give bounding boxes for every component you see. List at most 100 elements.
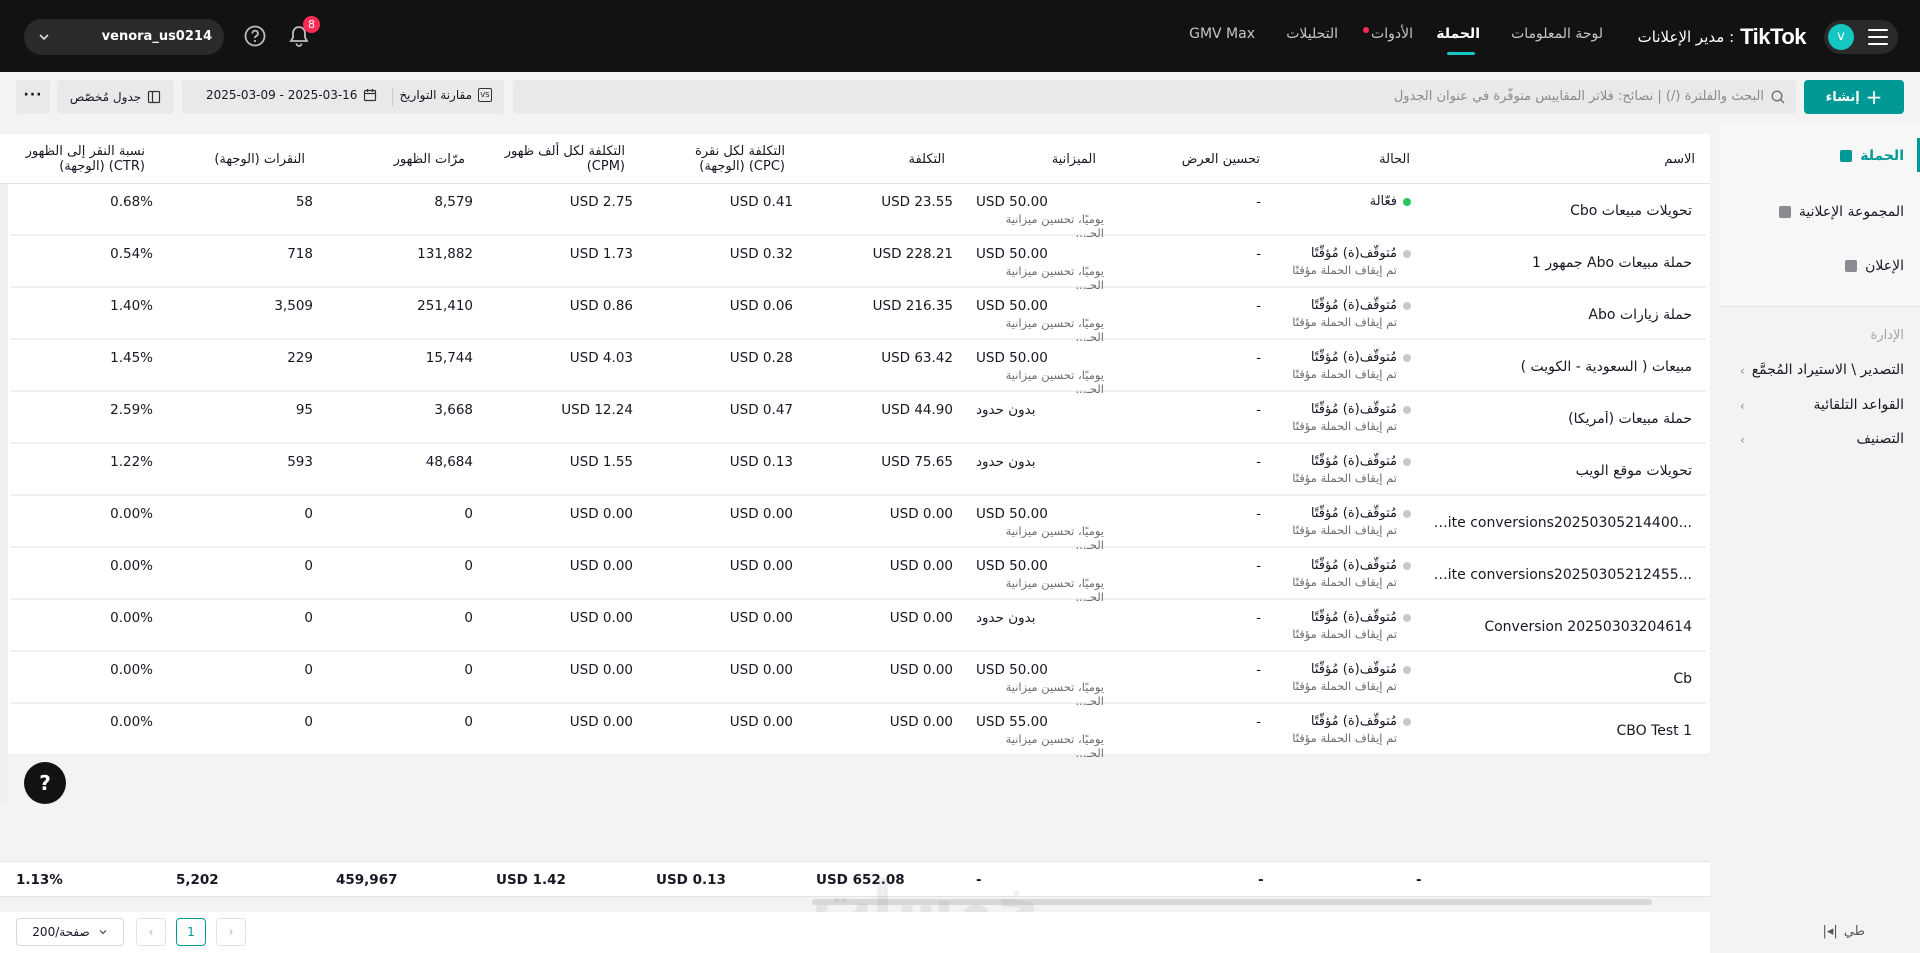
budget-value: بدون حدود — [976, 610, 1036, 626]
cpc-value: USD 0.00 — [729, 506, 793, 522]
table-row[interactable]: CBO Test 1 مُتوقّف(ة) مُؤقّتًا تم إيقاف … — [10, 706, 1706, 760]
nav-active-underline — [1447, 52, 1475, 55]
col-header-budget[interactable]: الميزانية — [976, 134, 1096, 184]
campaign-name[interactable]: ...bsite conversions20250305214400 — [1432, 515, 1692, 531]
budget-value: USD 50.00 — [976, 298, 1048, 314]
col-header-cpc[interactable]: التكلفة لكل نقرة (CPC) (الوجهة) — [655, 134, 785, 184]
bid-optimization-value: - — [1256, 558, 1261, 574]
vertical-scrollbar[interactable] — [0, 184, 8, 804]
table-row[interactable]: Conversion 20250303204614 مُتوقّف(ة) مُؤ… — [10, 602, 1706, 652]
sidebar-automated-rules[interactable]: القواعد التلقائية — [1813, 397, 1904, 413]
date-controls: مقارنة التواريخ VS 2025-03-09 - 2025-03-… — [182, 80, 504, 114]
budget-value: بدون حدود — [976, 454, 1036, 470]
date-range-picker[interactable]: 2025-03-09 - 2025-03-16 — [206, 88, 377, 102]
budget-value: USD 50.00 — [976, 558, 1048, 574]
date-range-value: 2025-03-09 - 2025-03-16 — [206, 88, 358, 102]
table-row[interactable]: مبيعات ( السعودية - الكويت ) مُتوقّف(ة) … — [10, 342, 1706, 396]
sidebar-item-ad[interactable]: الإعلان — [1845, 258, 1904, 274]
nav-tools[interactable]: الأدوات — [1371, 26, 1413, 42]
account-selector[interactable]: venora_us0214 — [24, 19, 224, 55]
col-header-ctr[interactable]: نسبة النقر إلى الظهور (CTR) (الوجهة) — [15, 134, 145, 184]
table-row[interactable]: ...bsite conversions20250305214400 مُتوق… — [10, 498, 1706, 552]
status-label: مُتوقّف(ة) مُؤقّتًا — [1310, 246, 1397, 261]
status-cell: مُتوقّف(ة) مُؤقّتًا تم إيقاف الحملة مؤقت… — [1292, 454, 1411, 485]
collapse-sidebar-button[interactable]: |◂| طي — [1823, 924, 1865, 939]
chevron-down-icon — [39, 34, 49, 41]
search-filter-bar[interactable]: البحث والفلترة (/) | نصائح: فلاتر المقاي… — [513, 80, 1796, 114]
cpm-value: USD 0.86 — [569, 298, 633, 314]
sidebar-item-campaign[interactable]: الحملة — [1840, 148, 1904, 164]
hamburger-menu-icon[interactable] — [1868, 29, 1888, 45]
status-detail: تم إيقاف الحملة مؤقتًا — [1292, 523, 1397, 537]
total-cpc: USD 0.13 — [656, 872, 726, 888]
divider — [392, 88, 393, 106]
table-row[interactable]: تحويلات مبيعات Cbo فعّالة - USD 50.00 يو… — [10, 186, 1706, 240]
cpm-value: USD 0.00 — [569, 662, 633, 678]
table-row[interactable]: ...bsite conversions20250305212455 مُتوق… — [10, 550, 1706, 604]
cost-value: USD 0.00 — [889, 662, 953, 678]
cpc-value: USD 0.00 — [729, 610, 793, 626]
campaign-name[interactable]: حملة زيارات Abo — [1588, 307, 1692, 323]
campaign-name[interactable]: تحويلات مبيعات Cbo — [1570, 203, 1692, 219]
col-header-name[interactable]: الاسم — [1545, 134, 1695, 184]
clicks-value: 0 — [304, 662, 313, 678]
page-number-button[interactable]: 1 — [176, 918, 206, 946]
budget-value: USD 50.00 — [976, 506, 1048, 522]
campaign-name[interactable]: حملة مبيعات (أمريكا) — [1568, 411, 1692, 427]
campaign-name[interactable]: Cb — [1673, 671, 1692, 687]
campaign-name[interactable]: CBO Test 1 — [1616, 723, 1692, 739]
more-options-button[interactable]: ··· — [16, 80, 50, 114]
col-header-status[interactable]: الحالة — [1330, 134, 1410, 184]
tiktok-ads-manager-logo[interactable]: TikTok مدير الإعلانات : — [1638, 24, 1807, 50]
campaign-name[interactable]: تحويلات موقع الويب — [1576, 463, 1692, 479]
sidebar-item-adgroup[interactable]: المجموعة الإعلانية — [1778, 204, 1904, 220]
ctr-value: 0.00% — [110, 506, 153, 522]
table-row[interactable]: حملة مبيعات (أمريكا) مُتوقّف(ة) مُؤقّتًا… — [10, 394, 1706, 444]
management-section-title: الإدارة — [1870, 328, 1904, 343]
table-row[interactable]: Cb مُتوقّف(ة) مُؤقّتًا تم إيقاف الحملة م… — [10, 654, 1706, 708]
campaign-name[interactable]: ...bsite conversions20250305212455 — [1432, 567, 1692, 583]
clicks-value: 0 — [304, 506, 313, 522]
cpm-value: USD 4.03 — [569, 350, 633, 366]
custom-columns-button[interactable]: جدول مُخصّص — [57, 80, 174, 114]
budget-detail: يوميًا، تحسين ميزانية الحـ... — [1005, 264, 1104, 292]
create-button[interactable]: إنشاء + — [1804, 80, 1904, 114]
page-size-select[interactable]: 200/صفحة — [16, 918, 124, 946]
table-row[interactable]: تحويلات موقع الويب مُتوقّف(ة) مُؤقّتًا ت… — [10, 446, 1706, 496]
sidebar-bulk-export-import[interactable]: التصدير \ الاستيراد المُجمَّع — [1752, 362, 1904, 378]
sidebar-labels[interactable]: التصنيف — [1857, 431, 1904, 447]
nav-gmv-max[interactable]: GMV Max — [1189, 26, 1255, 42]
campaign-name[interactable]: Conversion 20250303204614 — [1484, 619, 1692, 635]
compare-dates-button[interactable]: مقارنة التواريخ VS — [399, 88, 492, 102]
impressions-value: 251,410 — [417, 298, 473, 314]
campaign-name[interactable]: حملة مبيعات Abo جمهور 1 — [1532, 255, 1692, 271]
cost-value: USD 0.00 — [889, 714, 953, 730]
col-header-impressions[interactable]: مرّات الظهور — [335, 134, 465, 184]
table-row[interactable]: حملة مبيعات Abo جمهور 1 مُتوقّف(ة) مُؤقّ… — [10, 238, 1706, 292]
budget-cell: USD 50.00 يوميًا، تحسين ميزانية الحـ... — [976, 194, 1104, 240]
budget-cell: USD 50.00 يوميًا، تحسين ميزانية الحـ... — [976, 246, 1104, 292]
prev-page-button[interactable]: ‹ — [136, 918, 166, 946]
help-chat-button[interactable]: ? — [24, 762, 66, 804]
col-header-bid-optimization[interactable]: تحسين العرض — [1120, 134, 1260, 184]
page-size-value: 200/صفحة — [32, 925, 90, 939]
status-dot-icon — [1403, 405, 1411, 414]
total-cpm: USD 1.42 — [496, 872, 566, 888]
account-menu-button[interactable]: v — [1824, 20, 1898, 54]
create-label: إنشاء — [1825, 89, 1860, 105]
search-input[interactable]: البحث والفلترة (/) | نصائح: فلاتر المقاي… — [1394, 89, 1764, 104]
table-row[interactable]: حملة زيارات Abo مُتوقّف(ة) مُؤقّتًا تم إ… — [10, 290, 1706, 344]
campaign-name[interactable]: مبيعات ( السعودية - الكويت ) — [1521, 359, 1692, 375]
col-header-cpm[interactable]: التكلفة لكل ألف ظهور (CPM) — [495, 134, 625, 184]
ctr-value: 2.59% — [110, 402, 153, 418]
next-page-button[interactable]: › — [216, 918, 246, 946]
nav-dashboard[interactable]: لوحة المعلومات — [1511, 26, 1603, 42]
nav-campaign[interactable]: الحملة — [1436, 26, 1480, 42]
budget-cell: USD 50.00 يوميًا، تحسين ميزانية الحـ... — [976, 662, 1104, 708]
col-header-cost[interactable]: التكلفة — [815, 134, 945, 184]
help-icon[interactable] — [243, 24, 267, 48]
nav-analytics[interactable]: التحليلات — [1286, 26, 1338, 42]
col-header-clicks[interactable]: النقرات (الوجهة) — [175, 134, 305, 184]
status-cell: مُتوقّف(ة) مُؤقّتًا تم إيقاف الحملة مؤقت… — [1292, 506, 1411, 537]
budget-cell: بدون حدود — [976, 402, 1036, 418]
